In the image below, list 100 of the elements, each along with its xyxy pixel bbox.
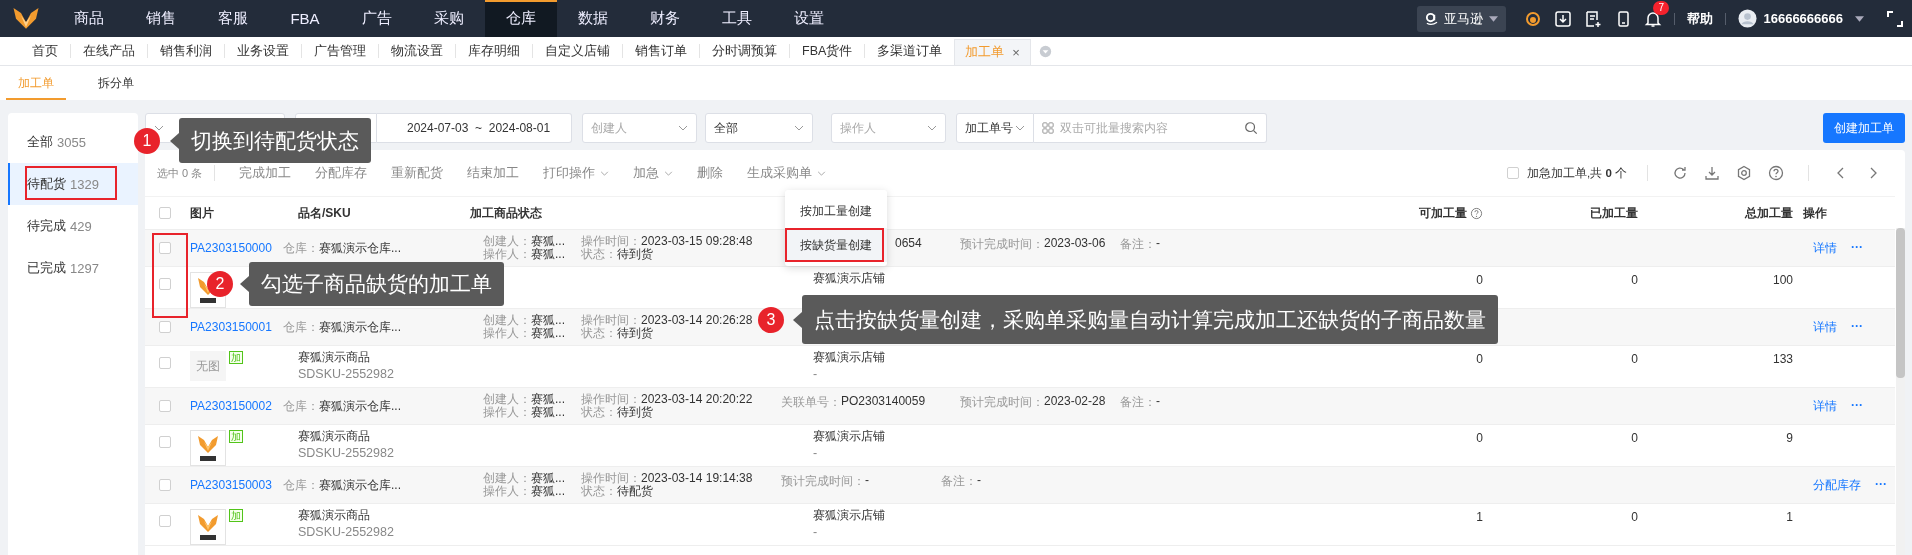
row-checkbox[interactable] [159,515,171,527]
nav-menu-item[interactable]: 广告 [341,0,413,37]
processing-tag: 加 [229,430,243,443]
row-checkbox[interactable] [159,278,171,290]
field-label: 仓库： [283,476,319,494]
row-checkbox[interactable] [159,357,171,369]
more-actions-button[interactable]: ··· [1851,398,1863,415]
scrollbar[interactable] [1896,228,1905,555]
more-actions-button[interactable]: ··· [1851,240,1863,257]
order-number-link[interactable]: PA2303150002 [185,399,283,413]
field-label: 创建人： [483,393,531,406]
row-action-link[interactable]: 详情 [1813,240,1837,257]
store-name: 赛狐演示店铺 [813,271,885,286]
toolbar-action-button[interactable]: 完成加工 [227,164,304,182]
settings-icon[interactable] [1736,165,1752,181]
status-filter-item[interactable]: 待配货 1329 [8,163,138,205]
field-value: 赛狐... [531,327,565,340]
nav-menu-item[interactable]: 客服 [197,0,269,37]
nav-menu-item[interactable]: 采购 [413,0,485,37]
field-label: 备注： [1120,394,1156,411]
order-number-link[interactable]: PA2303150003 [185,478,283,492]
status-filter-item[interactable]: 已完成 1297 [8,247,138,289]
search-icon[interactable] [1244,121,1258,135]
order-number-link[interactable]: PA2303150000 [185,241,283,255]
field-label: 操作人： [483,248,531,261]
refresh-icon[interactable] [1672,165,1688,181]
page-tab[interactable]: 物流设置 [378,44,455,58]
platform-select[interactable]: 亚马逊 [1417,5,1507,32]
field-label: 仓库： [283,239,319,257]
urgent-checkbox[interactable] [1507,167,1519,179]
avatar-icon[interactable] [1738,9,1758,28]
annotation-tooltip: 切换到待配货状态 [179,118,371,163]
more-actions-button[interactable]: ··· [1851,319,1863,336]
toolbar-action-button[interactable]: 生成采购单 [735,164,839,182]
order-number-link[interactable]: PA2303150001 [185,320,283,334]
row-checkbox[interactable] [159,400,171,412]
headset-icon[interactable] [1524,9,1543,28]
row-checkbox[interactable] [159,479,171,491]
page-tab[interactable]: 加工单 × [954,39,1031,65]
row-action-link[interactable]: 分配库存 [1813,477,1861,494]
status-filter-item[interactable]: 待完成 429 [8,205,138,247]
nav-menu-item[interactable]: FBA [269,0,341,37]
toolbar-action-button[interactable]: 分配库存 [303,164,380,182]
bell-icon[interactable] [1644,9,1663,28]
filter-select[interactable]: 全部 [705,113,813,143]
nav-menu-item[interactable]: 商品 [53,0,125,37]
help-icon[interactable] [1470,206,1483,220]
field-label: 关联单号： [781,394,841,411]
help-link[interactable]: 帮助 [1687,9,1714,28]
sub-tab[interactable]: 拆分单 [86,66,146,100]
caret-icon[interactable] [1855,15,1864,22]
row-action-link[interactable]: 详情 [1813,319,1837,336]
row-checkbox[interactable] [159,436,171,448]
nav-menu-item[interactable]: 财务 [629,0,701,37]
help-icon[interactable] [1768,165,1784,181]
field-value: 赛狐... [531,485,565,498]
processable-quantity: 1 [1476,510,1483,524]
document-add-icon[interactable] [1584,9,1603,28]
nav-menu-item[interactable]: 销售 [125,0,197,37]
page-tab[interactable]: 在线产品 [70,44,147,58]
toolbar-action-button[interactable]: 删除 [685,164,736,182]
user-name[interactable]: 16666666666 [1763,11,1843,26]
field-label: 预计完成时间： [781,473,865,490]
linked-order-link[interactable]: PO2303140059 [841,394,926,411]
page-tab[interactable]: 库存明细 [455,44,532,58]
field-value: 赛狐演示仓库... [319,318,401,336]
field-label: 仓库： [283,397,319,415]
linked-order-link[interactable]: 0654 [895,236,922,250]
toolbar-action-button[interactable]: 加急 [621,164,686,182]
row-checkbox[interactable] [159,321,171,333]
page-tab[interactable]: 销售订单 [622,44,699,58]
page-tab[interactable]: 自定义店铺 [532,44,622,58]
row-action-link[interactable]: 详情 [1813,398,1837,415]
search-type-select[interactable]: 加工单号 [956,113,1034,143]
product-name: 赛狐演示商品 [298,429,370,444]
page-tab[interactable]: 分时调预算 [699,44,789,58]
menu-item[interactable]: 按加工量创建 [785,194,887,228]
fullscreen-icon[interactable] [1886,9,1904,28]
processable-quantity: 0 [1476,431,1483,445]
create-order-button[interactable]: 创建加工单 [1823,113,1905,143]
page-tab[interactable]: 销售利润 [147,44,224,58]
select-all-checkbox[interactable] [159,207,171,219]
nav-menu-item[interactable]: 设置 [773,0,845,37]
page-tab[interactable]: 首页 [20,44,70,58]
page-tab[interactable]: 广告管理 [301,44,378,58]
close-tab-button[interactable]: × [1012,45,1020,60]
field-label: 操作人： [483,485,531,498]
more-actions-button[interactable]: ··· [1875,477,1887,494]
nav-menu-item[interactable]: 工具 [701,0,773,37]
date-range-field[interactable]: 2024-07-03 ~ 2024-08-01 [377,113,572,143]
toolbar-action-button[interactable]: 重新配货 [379,164,456,182]
field-label: 状态： [581,248,617,261]
page-tab[interactable]: 业务设置 [224,44,301,58]
field-value: 赛狐演示仓库... [319,397,401,415]
toolbar-action-button[interactable]: 结束加工 [455,164,532,182]
nav-menu-item[interactable]: 数据 [557,0,629,37]
page-tab[interactable]: FBA货件 [789,44,865,58]
nav-menu-item[interactable]: 仓库 [485,0,557,37]
row-checkbox[interactable] [159,242,171,254]
toolbar-action-button[interactable]: 打印操作 [531,164,622,182]
